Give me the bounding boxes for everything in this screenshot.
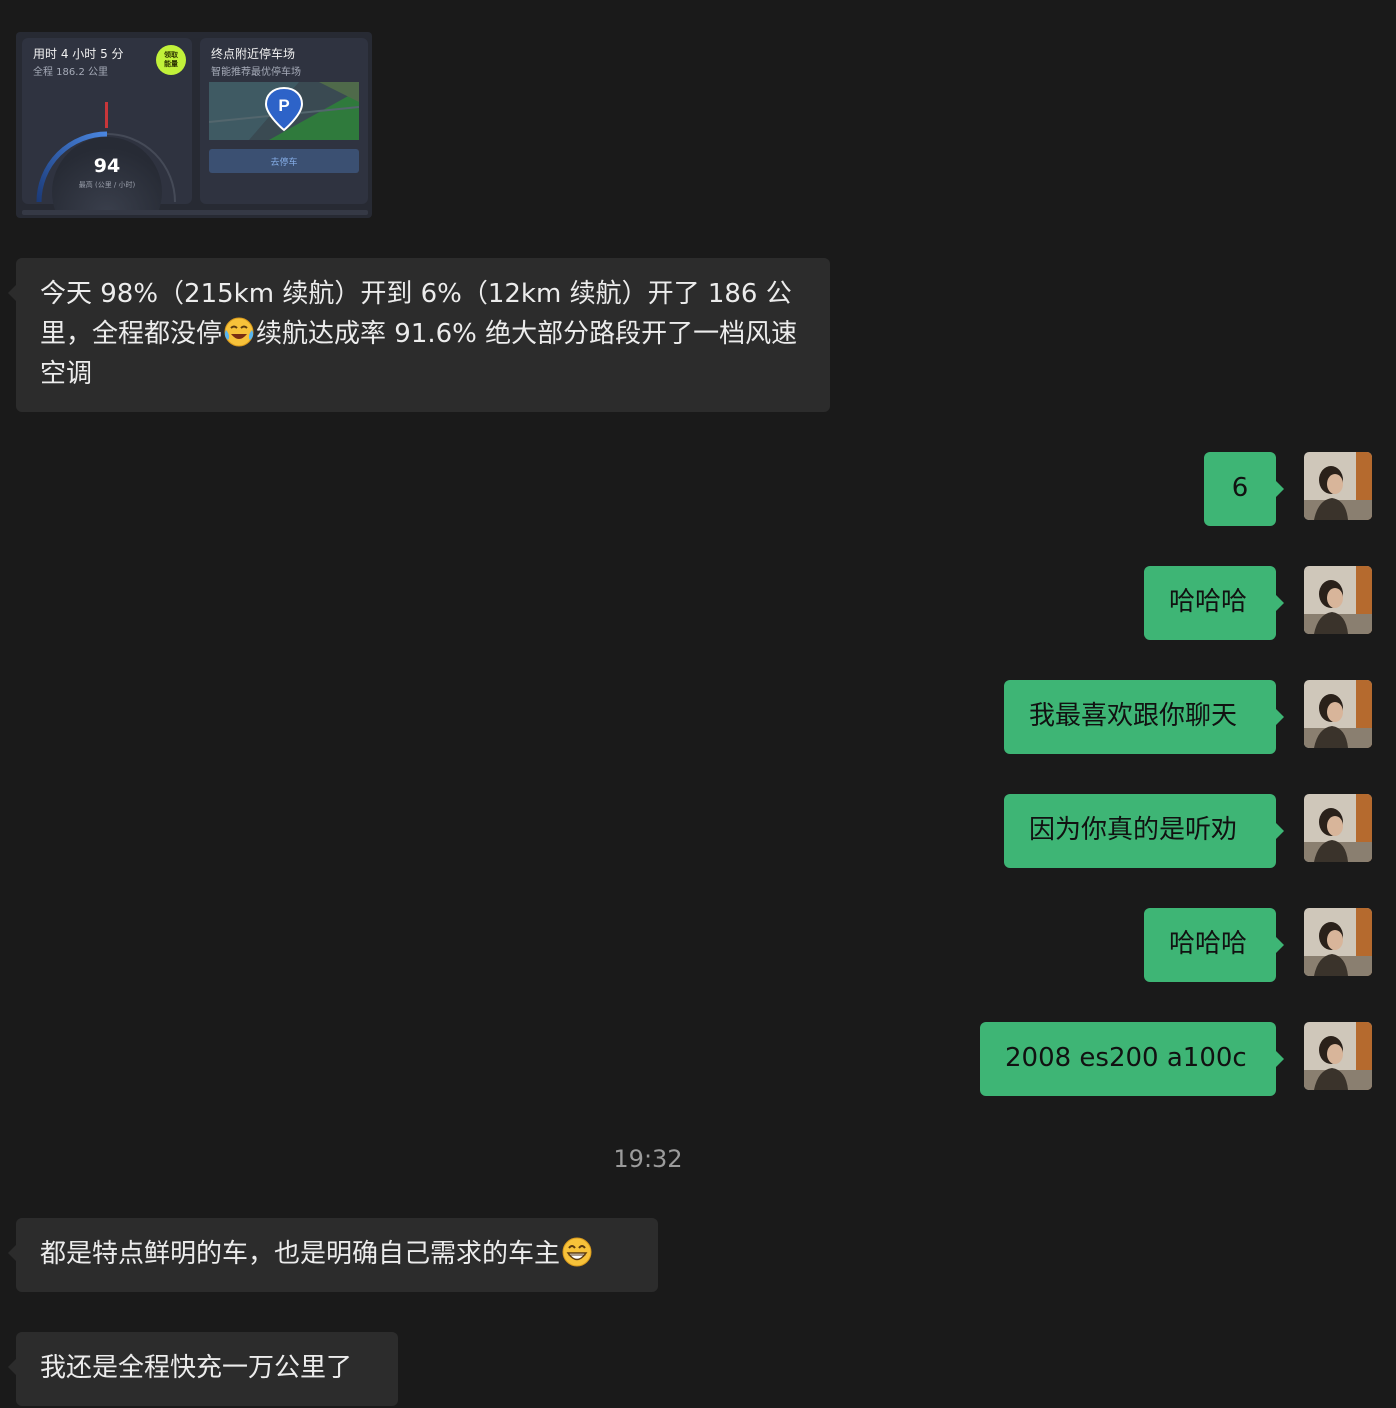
outgoing-message-bubble[interactable]: 哈哈哈 [1144,908,1284,982]
avatar[interactable] [1304,908,1372,976]
grinning-emoji-icon [562,1237,592,1267]
outgoing-message-bubble[interactable]: 我最喜欢跟你聊天 [1004,680,1284,754]
user-avatar-icon [1304,566,1372,634]
message-text: 我还是全程快充一万公里了 [40,1353,353,1383]
outgoing-message-bubble[interactable]: 因为你真的是听劝 [1004,794,1284,868]
top-speed-unit: 最高 (公里 / 小时) [78,181,136,189]
parking-card: 终点附近停车场 智能推荐最优停车场 P 去停车 [200,38,368,204]
claim-energy-label: 领取 能量 [164,51,178,68]
message-text: 2008 es200 a100c [1005,1043,1247,1073]
message-text: 哈哈哈 [1169,587,1248,617]
trip-summary-card: 用时 4 小时 5 分 全程 186.2 公里 领取 能量 94 最高 (公里 … [22,38,192,210]
speed-gauge-icon [36,102,176,210]
parking-subtitle: 智能推荐最优停车场 [211,67,301,78]
outgoing-message-bubble[interactable]: 2008 es200 a100c [980,1022,1284,1096]
message-text: 因为你真的是听劝 [1029,815,1238,845]
message-text: 我最喜欢跟你聊天 [1029,701,1238,731]
user-avatar-icon [1304,452,1372,520]
user-avatar-icon [1304,680,1372,748]
trip-distance: 全程 186.2 公里 [33,67,108,78]
image-message[interactable]: 用时 4 小时 5 分 全程 186.2 公里 领取 能量 94 最高 (公里 … [16,32,372,218]
parking-title: 终点附近停车场 [211,47,296,61]
claim-energy-badge: 领取 能量 [156,45,186,75]
go-park-button[interactable]: 去停车 [209,149,359,173]
user-avatar-icon [1304,1022,1372,1090]
time-separator: 19:32 [613,1145,683,1173]
svg-text:P: P [278,96,289,115]
avatar[interactable] [1304,566,1372,634]
outgoing-message-bubble[interactable]: 哈哈哈 [1144,566,1284,640]
incoming-message-bubble[interactable]: 今天 98%（215km 续航）开到 6%（12km 续航）开了 186 公里，… [8,258,830,412]
incoming-message-bubble[interactable]: 我还是全程快充一万公里了 [8,1332,398,1406]
avatar[interactable] [1304,1022,1372,1090]
avatar[interactable] [1304,794,1372,862]
message-text: 6 [1231,473,1249,503]
trip-duration: 用时 4 小时 5 分 [33,47,124,61]
outgoing-message-bubble[interactable]: 6 [1204,452,1284,526]
map-thumbnail: P [209,82,359,140]
message-text: 都是特点鲜明的车，也是明确自己需求的车主 [40,1239,561,1269]
incoming-message-bubble[interactable]: 都是特点鲜明的车，也是明确自己需求的车主 [8,1218,658,1292]
avatar[interactable] [1304,680,1372,748]
message-text: 哈哈哈 [1169,929,1248,959]
image-footer-bar [22,210,368,215]
user-avatar-icon [1304,794,1372,862]
user-avatar-icon [1304,908,1372,976]
avatar[interactable] [1304,452,1372,520]
crying-laughing-emoji-icon [224,317,254,347]
top-speed-value: 94 [93,155,121,177]
